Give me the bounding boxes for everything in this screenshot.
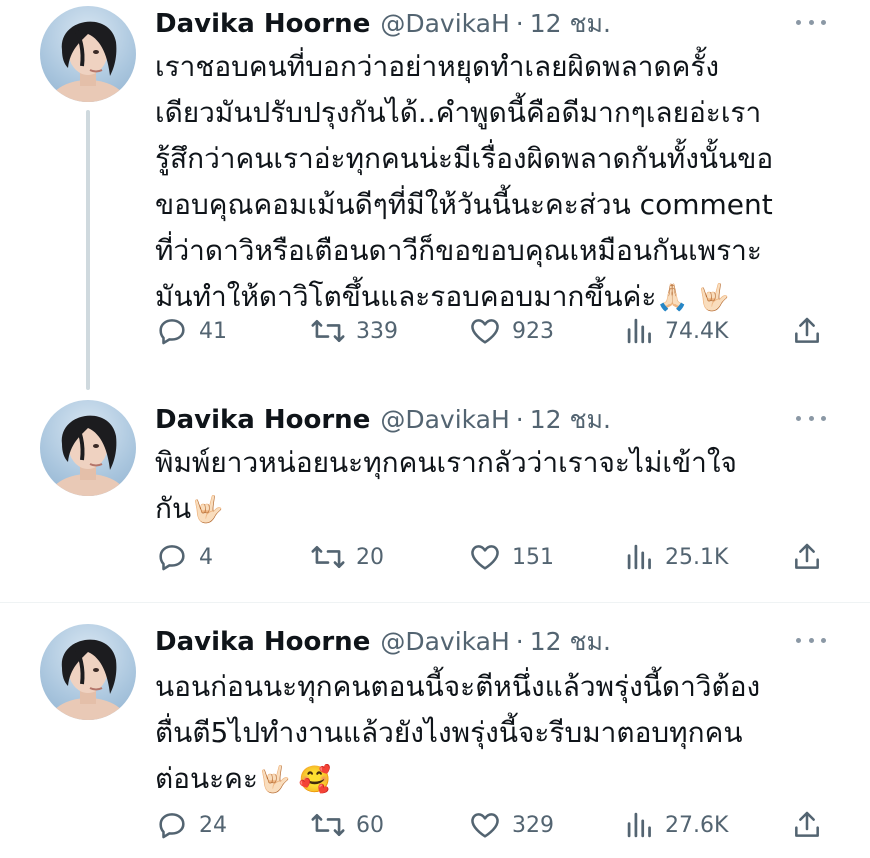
tweet-text-line: รู้สึกว่าคนเราอ่ะทุกคนน่ะมีเรื่องผิดพลาด… <box>155 142 774 175</box>
display-name[interactable]: Davika Hoorne <box>155 405 370 435</box>
timestamp[interactable]: 12 ชม. <box>530 4 611 44</box>
tweet-text: พิมพ์ยาวหน่อยนะทุกคนเรากลัวว่าเราจะไม่เข… <box>155 440 835 533</box>
user-handle[interactable]: @DavikaH <box>380 9 509 38</box>
more-icon[interactable] <box>796 630 826 650</box>
views-button[interactable]: 27.6K <box>625 808 728 842</box>
like-button[interactable]: 923 <box>468 314 554 348</box>
tweet-header: Davika Hoorne @DavikaH · 12 ชม. <box>155 622 611 662</box>
heart-icon <box>471 545 499 570</box>
separator-dot: · <box>515 405 524 434</box>
views-icon <box>627 318 651 344</box>
retweet-icon <box>311 319 345 343</box>
tweet-text: เราชอบคนที่บอกว่าอย่าหยุดทำเลยผิดพลาดครั… <box>155 44 835 321</box>
separator-dot: · <box>515 9 524 38</box>
timestamp[interactable]: 12 ชม. <box>530 400 611 440</box>
reply-button[interactable]: 41 <box>155 314 227 348</box>
retweet-button[interactable]: 20 <box>310 540 384 574</box>
share-button[interactable] <box>791 314 823 348</box>
tweet-text-line: ขอบคุณคอมเม้นดีๆที่มีให้วันนี้นะคะส่วน c… <box>155 188 773 221</box>
views-icon <box>627 544 651 570</box>
like-count: 151 <box>512 544 554 570</box>
reply-count: 41 <box>199 318 227 344</box>
user-handle[interactable]: @DavikaH <box>380 627 509 656</box>
retweet-count: 60 <box>356 812 384 838</box>
tweet-text-line: พิมพ์ยาวหน่อยนะทุกคนเรากลัวว่าเราจะไม่เข… <box>155 446 737 479</box>
reply-button[interactable]: 24 <box>155 808 227 842</box>
retweet-count: 20 <box>356 544 384 570</box>
tweet-text-line: ตื่นตี5ไปทำงานแล้วยังไงพรุ่งนี้จะรีบมาตอ… <box>155 716 743 749</box>
tweet-1[interactable]: Davika Hoorne @DavikaH · 12 ชม. เราชอบคน… <box>0 0 870 400</box>
reply-count: 24 <box>199 812 227 838</box>
retweet-icon <box>311 545 345 569</box>
tweet-divider <box>0 602 870 603</box>
emoji: 🤟🏻 🥰 <box>257 765 331 795</box>
views-count: 74.4K <box>665 318 729 344</box>
tweet-actions: 4 20 151 25.1K <box>155 540 835 574</box>
display-name[interactable]: Davika Hoorne <box>155 627 370 657</box>
emoji: 🙏🏻 🤟🏻 <box>656 283 730 313</box>
display-name[interactable]: Davika Hoorne <box>155 9 370 39</box>
views-button[interactable]: 74.4K <box>625 314 728 348</box>
views-icon <box>627 812 651 838</box>
like-button[interactable]: 329 <box>468 808 554 842</box>
like-count: 923 <box>512 318 554 344</box>
like-count: 329 <box>512 812 554 838</box>
reply-count: 4 <box>199 544 213 570</box>
share-icon <box>795 543 819 569</box>
avatar[interactable] <box>40 624 136 720</box>
timestamp[interactable]: 12 ชม. <box>530 622 611 662</box>
share-icon <box>795 811 819 837</box>
share-button[interactable] <box>791 808 823 842</box>
tweet-text-last-line-wrap: กัน🤟🏻 <box>155 486 835 533</box>
tweet-text-line: นอนก่อนนะทุกคนตอนนี้จะตีหนึ่งแล้วพรุ่งนี… <box>155 670 761 703</box>
tweet-text-line: เดียวมันปรับปรุงกันได้..คำพูดนี้คือดีมาก… <box>155 96 762 129</box>
tweet-text-last-line-wrap: ต่อนะคะ🤟🏻 🥰 <box>155 756 835 803</box>
user-handle[interactable]: @DavikaH <box>380 405 509 434</box>
reply-icon <box>159 319 185 345</box>
emoji: 🤟🏻 <box>191 495 224 525</box>
tweet-actions: 41 339 923 74.4K <box>155 314 835 348</box>
tweet-text-line: ที่ว่าดาวิหรือเตือนดาวีก็ขอขอบคุณเหมือนก… <box>155 234 762 267</box>
tweet-2[interactable]: Davika Hoorne @DavikaH · 12 ชม. พิมพ์ยาว… <box>0 390 870 600</box>
tweet-text: นอนก่อนนะทุกคนตอนนี้จะตีหนึ่งแล้วพรุ่งนี… <box>155 664 835 803</box>
tweet-text-line: กัน <box>155 492 192 525</box>
retweet-button[interactable]: 60 <box>310 808 384 842</box>
heart-icon <box>471 813 499 838</box>
tweet-header: Davika Hoorne @DavikaH · 12 ชม. <box>155 400 611 440</box>
separator-dot: · <box>515 627 524 656</box>
reply-icon <box>159 813 185 839</box>
share-icon <box>795 317 819 343</box>
more-icon[interactable] <box>796 408 826 428</box>
tweet-text-line: ต่อนะคะ <box>155 762 258 795</box>
tweet-text-line: มันทำให้ดาวิโตขึ้นและรอบคอบมากขึ้นค่ะ <box>155 280 657 313</box>
reply-button[interactable]: 4 <box>155 540 213 574</box>
retweet-count: 339 <box>356 318 398 344</box>
avatar[interactable] <box>40 6 136 102</box>
views-button[interactable]: 25.1K <box>625 540 728 574</box>
tweet-header: Davika Hoorne @DavikaH · 12 ชม. <box>155 4 611 44</box>
avatar[interactable] <box>40 400 136 496</box>
views-count: 25.1K <box>665 544 729 570</box>
tweet-text-line: เราชอบคนที่บอกว่าอย่าหยุดทำเลยผิดพลาดครั… <box>155 50 720 83</box>
share-button[interactable] <box>791 540 823 574</box>
tweet-actions: 24 60 329 27.6K <box>155 808 835 842</box>
reply-icon <box>159 545 185 571</box>
retweet-icon <box>311 813 345 837</box>
more-icon[interactable] <box>796 12 826 32</box>
heart-icon <box>471 319 499 344</box>
retweet-button[interactable]: 339 <box>310 314 398 348</box>
views-count: 27.6K <box>665 812 729 838</box>
like-button[interactable]: 151 <box>468 540 554 574</box>
tweet-3[interactable]: Davika Hoorne @DavikaH · 12 ชม. นอนก่อนน… <box>0 610 870 858</box>
